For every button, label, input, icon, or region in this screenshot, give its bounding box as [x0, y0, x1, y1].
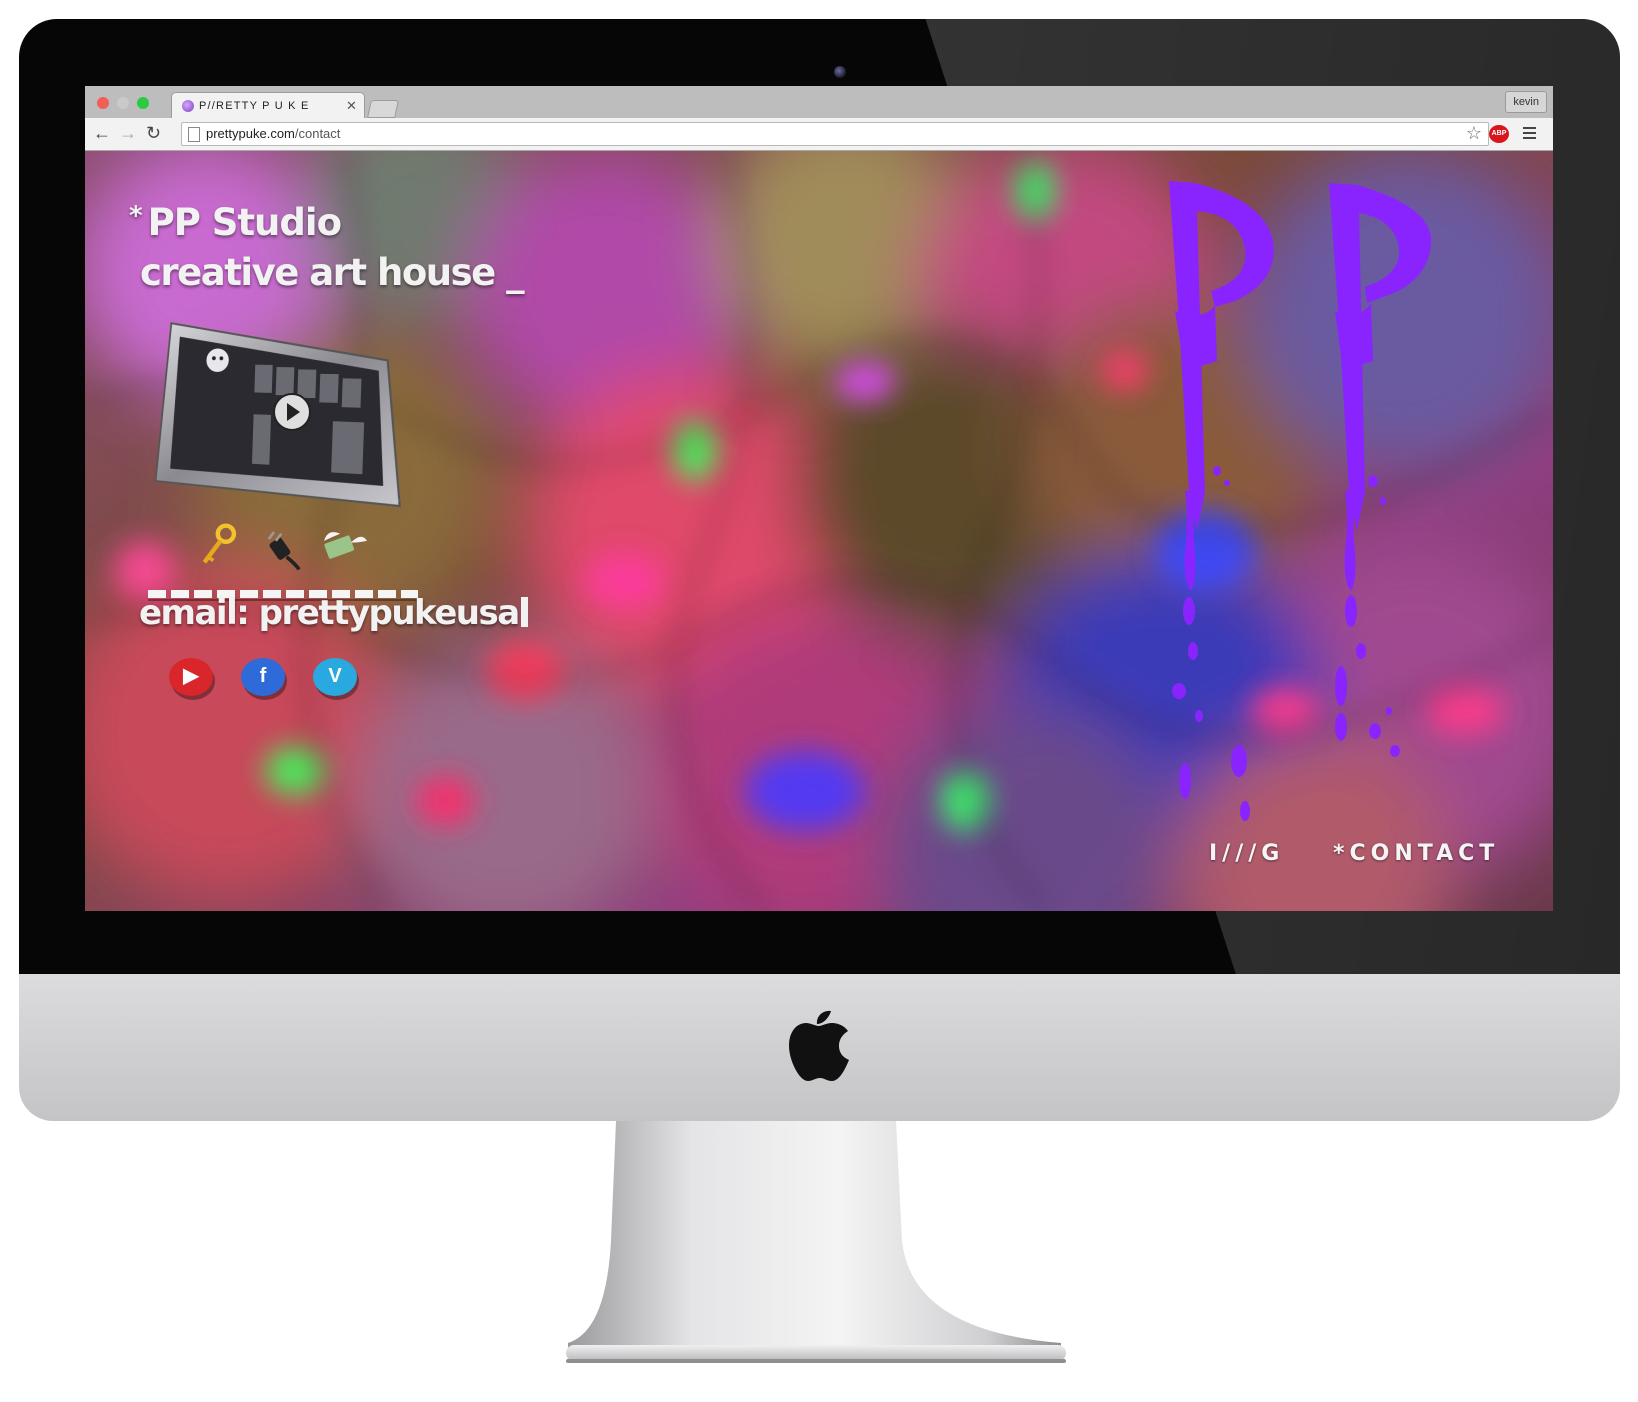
contact-link[interactable]: *CONTACT — [1333, 841, 1499, 866]
bookmark-star-icon[interactable]: ☆ — [1466, 123, 1482, 144]
vimeo-icon[interactable]: V — [313, 658, 357, 696]
tab-title: P//RETTY P U K E — [199, 100, 310, 112]
key-emoji — [202, 523, 237, 564]
close-window-button[interactable] — [97, 97, 109, 109]
menu-icon[interactable] — [1523, 127, 1536, 139]
page-viewport: * PP Studio creative art house _ email: … — [85, 151, 1553, 911]
zoom-window-button[interactable] — [137, 97, 149, 109]
instagram-link[interactable]: I///G — [1209, 841, 1284, 866]
profile-button[interactable]: kevin — [1505, 91, 1547, 113]
star-mark: * — [129, 201, 143, 231]
back-icon[interactable]: ← — [93, 123, 111, 143]
minimize-window-button[interactable] — [117, 97, 129, 109]
email-text: email: prettypukeusa — [139, 593, 520, 633]
url-text[interactable]: prettypuke.com/contact — [206, 126, 340, 141]
favicon-icon — [182, 100, 194, 112]
pp-drip-logo — [1169, 181, 1432, 821]
tab-close-icon[interactable]: ✕ — [346, 98, 357, 114]
apple-logo-icon — [789, 1010, 849, 1081]
address-bar[interactable]: prettypuke.com/contact ☆ — [181, 122, 1489, 146]
tab-active[interactable]: P//RETTY P U K E ✕ — [171, 92, 365, 119]
studio-title-text: PP Studio — [147, 201, 342, 244]
money-wings-emoji — [324, 532, 367, 559]
reload-icon[interactable]: ↻ — [146, 123, 161, 143]
play-button[interactable] — [273, 393, 311, 431]
forward-icon[interactable]: → — [119, 123, 137, 143]
new-tab-button[interactable] — [367, 100, 399, 118]
monitor-stand — [566, 1121, 1066, 1363]
text-cursor — [520, 597, 528, 627]
url-path: /contact — [294, 126, 341, 141]
adblock-icon[interactable]: ABP — [1489, 125, 1509, 143]
page-icon — [188, 127, 200, 142]
url-domain: prettypuke.com — [206, 126, 295, 141]
studio-tagline: creative art house _ — [140, 251, 525, 294]
youtube-icon[interactable]: ▶ — [169, 658, 213, 696]
emoji-row — [202, 523, 367, 571]
facebook-icon[interactable]: f — [241, 658, 285, 696]
camera — [834, 66, 846, 78]
plug-emoji — [267, 531, 301, 571]
studio-title: * PP Studio — [129, 201, 342, 244]
tab-strip: P//RETTY P U K E ✕ kevin — [85, 86, 1553, 119]
toolbar: ← → ↻ prettypuke.com/contact ☆ ABP — [85, 118, 1553, 151]
browser-window: P//RETTY P U K E ✕ kevin ← → ↻ prettypuk… — [85, 86, 1553, 911]
email-address[interactable]: email: prettypukeusa — [139, 593, 528, 633]
